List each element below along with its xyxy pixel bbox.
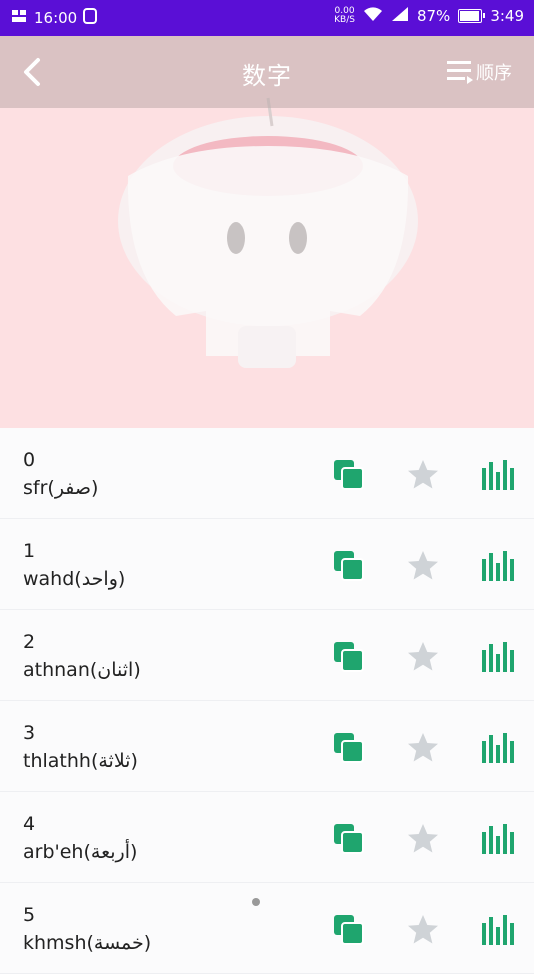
stats-button[interactable]: [480, 731, 514, 765]
sort-order-label: 顺序: [476, 63, 512, 84]
list-item[interactable]: 0 sfr(صفر): [0, 428, 534, 519]
star-icon: [408, 460, 438, 489]
copy-button[interactable]: [332, 731, 366, 765]
item-word: thlathh(ثلاثة): [23, 750, 138, 772]
copy-icon: [334, 824, 364, 854]
notification-icon: [12, 9, 28, 27]
stats-button[interactable]: [480, 458, 514, 492]
copy-button[interactable]: [332, 913, 366, 947]
item-number: 2: [23, 631, 36, 653]
stats-button[interactable]: [480, 640, 514, 674]
list-item[interactable]: 1 wahd(واحد): [0, 519, 534, 610]
copy-icon: [334, 642, 364, 672]
stats-button[interactable]: [480, 549, 514, 583]
bar-chart-icon: [482, 551, 514, 581]
copy-icon: [334, 551, 364, 581]
battery-icon: [458, 9, 486, 23]
list-item[interactable]: 5 khmsh(خمسة): [0, 883, 534, 974]
list-item[interactable]: 4 arb'eh(أربعة): [0, 792, 534, 883]
favorite-button[interactable]: [406, 549, 440, 583]
copy-icon: [334, 733, 364, 763]
top-app-bar: 数字 顺序: [0, 36, 534, 108]
item-word: arb'eh(أربعة): [23, 841, 138, 863]
item-number: 0: [23, 449, 36, 471]
copy-button[interactable]: [332, 822, 366, 856]
favorite-button[interactable]: [406, 731, 440, 765]
favorite-button[interactable]: [406, 913, 440, 947]
copy-icon: [334, 915, 364, 945]
item-number: 1: [23, 540, 36, 562]
stats-button[interactable]: [480, 913, 514, 947]
item-number: 4: [23, 813, 36, 835]
favorite-button[interactable]: [406, 822, 440, 856]
scroll-indicator: [252, 898, 260, 906]
bar-chart-icon: [482, 460, 514, 490]
wifi-icon: [363, 6, 383, 26]
copy-button[interactable]: [332, 458, 366, 492]
sort-order-button[interactable]: 顺序: [446, 58, 512, 86]
status-bar: 16:00 0.00 KB/S 87% 3:49: [0, 0, 534, 36]
star-icon: [408, 551, 438, 580]
item-word: sfr(صفر): [23, 477, 99, 499]
copy-button[interactable]: [332, 640, 366, 674]
item-number: 3: [23, 722, 36, 744]
item-word: athnan(اثنان): [23, 659, 141, 681]
item-word: khmsh(خمسة): [23, 932, 152, 954]
clock: 3:49: [490, 7, 524, 25]
status-time: 16:00: [34, 9, 78, 27]
list-item[interactable]: 2 athnan(اثنان): [0, 610, 534, 701]
star-icon: [408, 733, 438, 762]
network-speed: 0.00 KB/S: [334, 6, 355, 25]
favorite-button[interactable]: [406, 458, 440, 492]
signal-icon: [391, 6, 409, 26]
item-number: 5: [23, 904, 36, 926]
bar-chart-icon: [482, 733, 514, 763]
stats-button[interactable]: [480, 822, 514, 856]
battery-percent: 87%: [416, 7, 451, 25]
star-icon: [408, 915, 438, 944]
word-list: 0 sfr(صفر) 1 wahd(واحد) 2 athnan(اثنان) …: [0, 428, 534, 974]
bar-chart-icon: [482, 824, 514, 854]
favorite-button[interactable]: [406, 640, 440, 674]
bar-chart-icon: [482, 642, 514, 672]
item-word: wahd(واحد): [23, 568, 126, 590]
list-item[interactable]: 3 thlathh(ثلاثة): [0, 701, 534, 792]
bar-chart-icon: [482, 915, 514, 945]
sort-list-icon: [447, 61, 473, 84]
sync-icon: [83, 8, 98, 28]
star-icon: [408, 642, 438, 671]
star-icon: [408, 824, 438, 853]
copy-icon: [334, 460, 364, 490]
copy-button[interactable]: [332, 549, 366, 583]
